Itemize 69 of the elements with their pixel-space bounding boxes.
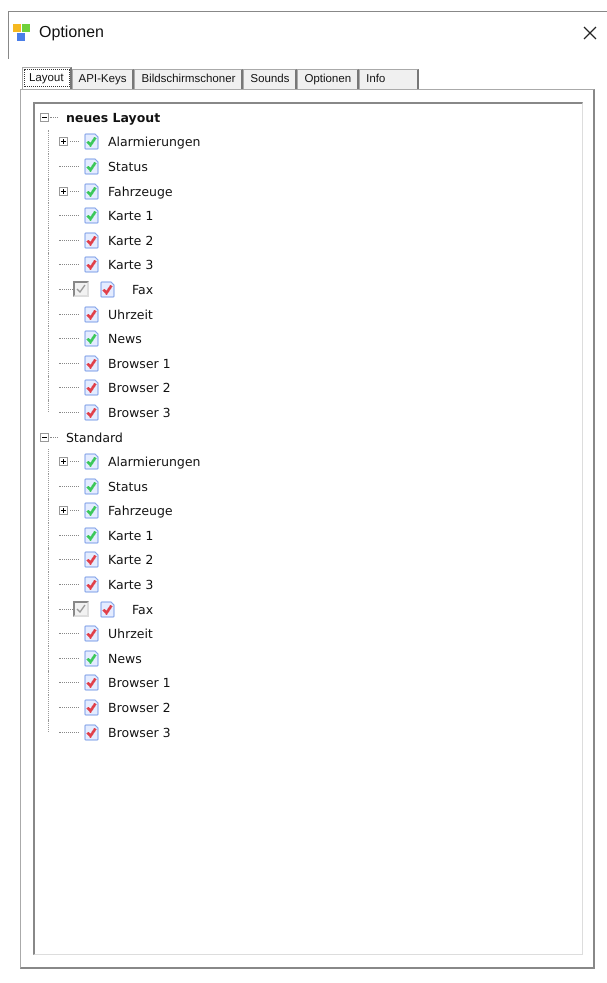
check-icon <box>83 232 100 249</box>
collapse-icon[interactable] <box>39 432 50 443</box>
check-icon <box>83 526 100 544</box>
tree-node[interactable]: Karte 2 <box>108 232 154 248</box>
check-icon <box>83 306 100 323</box>
check-icon <box>83 207 100 224</box>
check-icon <box>83 133 100 150</box>
check-icon <box>83 379 100 396</box>
check-icon <box>83 650 100 667</box>
close-icon[interactable] <box>583 26 597 40</box>
check-icon <box>99 280 116 298</box>
tree-node[interactable]: Fahrzeuge <box>108 184 173 199</box>
tab[interactable]: API-Keys <box>72 69 134 89</box>
tree-node[interactable]: Browser 2 <box>108 700 171 716</box>
tree-node[interactable]: Browser 3 <box>108 724 171 740</box>
check-icon <box>83 551 100 568</box>
expand-icon[interactable] <box>59 137 68 146</box>
check-icon <box>83 502 100 520</box>
check-icon <box>83 699 100 716</box>
check-icon <box>83 256 100 274</box>
tree-node[interactable]: Status <box>108 158 148 174</box>
check-icon <box>83 182 100 200</box>
expand-icon[interactable] <box>59 457 68 466</box>
tree-node[interactable]: Karte 1 <box>108 208 154 224</box>
tree-node[interactable]: Karte 1 <box>108 528 154 543</box>
tree-node[interactable]: Browser 1 <box>108 675 171 690</box>
check-icon <box>83 674 100 692</box>
check-icon <box>83 478 100 495</box>
app-icon <box>13 24 31 42</box>
expand-icon[interactable] <box>59 186 68 196</box>
tab[interactable]: Layout <box>22 67 72 89</box>
check-icon <box>83 354 100 372</box>
tree-node[interactable]: Uhrzeit <box>108 306 153 322</box>
tree-node[interactable]: Browser 3 <box>108 404 171 420</box>
check-icon <box>83 576 100 594</box>
tree-node[interactable]: Fax <box>132 282 154 297</box>
tree-node[interactable]: Fax <box>132 602 154 617</box>
tree-node[interactable]: Standard <box>66 430 123 445</box>
tree-node[interactable]: Karte 3 <box>108 577 154 592</box>
tree-node[interactable]: neues Layout <box>66 110 160 125</box>
checkmark-icon <box>75 283 87 296</box>
tab[interactable]: Optionen <box>297 69 360 89</box>
tree-node[interactable]: Status <box>108 478 148 494</box>
tab[interactable]: Info <box>359 69 420 89</box>
tree-node[interactable]: Karte 2 <box>108 552 154 568</box>
checkbox[interactable] <box>73 601 89 618</box>
check-icon <box>83 453 100 470</box>
checkmark-icon <box>75 603 87 616</box>
tab[interactable]: Sounds <box>243 69 298 89</box>
tree-node[interactable]: Browser 1 <box>108 356 171 371</box>
tree-node[interactable]: Uhrzeit <box>108 626 153 642</box>
tree-node[interactable]: Alarmierungen <box>108 134 200 150</box>
tab[interactable]: Bildschirmschoner <box>134 69 244 89</box>
check-icon <box>83 330 100 348</box>
tree-node[interactable]: Fahrzeuge <box>108 503 173 518</box>
tree-node[interactable]: Browser 2 <box>108 380 171 396</box>
check-icon <box>83 404 100 421</box>
tree-node[interactable]: Karte 3 <box>108 257 154 272</box>
check-icon <box>83 724 100 741</box>
window-title: Optionen <box>39 24 105 42</box>
check-icon <box>83 625 100 642</box>
check-icon <box>99 600 116 618</box>
collapse-icon[interactable] <box>39 112 50 123</box>
checkbox[interactable] <box>73 281 89 298</box>
expand-icon[interactable] <box>59 506 68 516</box>
check-icon <box>83 158 100 175</box>
tree-node[interactable]: News <box>108 331 142 346</box>
tree-node[interactable]: News <box>108 650 142 666</box>
tree-node[interactable]: Alarmierungen <box>108 454 200 470</box>
